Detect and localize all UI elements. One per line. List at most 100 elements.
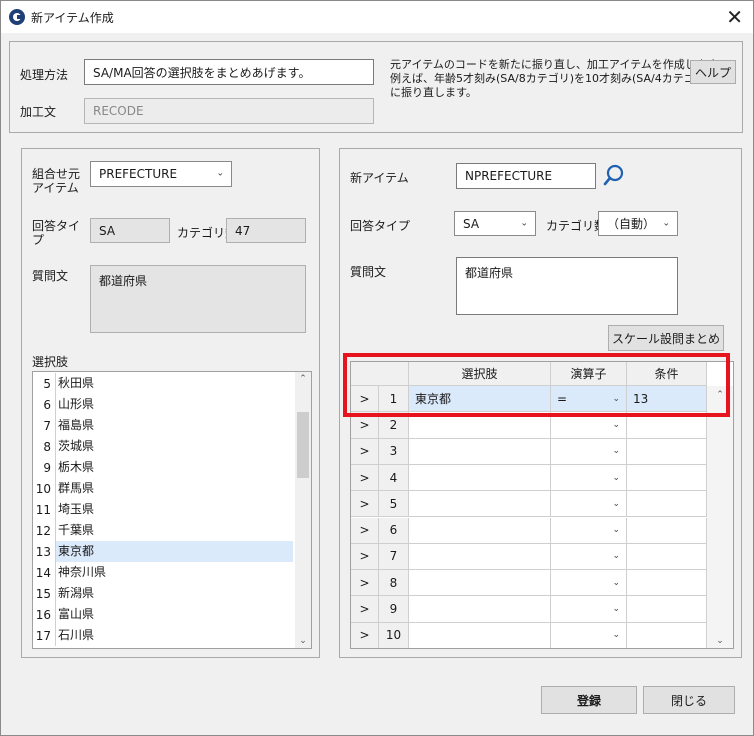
list-item[interactable]: 17 石川県: [33, 625, 293, 646]
chevron-down-icon: ⌄: [612, 419, 620, 430]
chevron-down-icon: ⌄: [662, 218, 670, 228]
new-item-label: 新アイテム: [350, 171, 409, 185]
combine-source-select[interactable]: PREFECTURE ⌄: [90, 161, 232, 187]
row-marker: >: [351, 596, 379, 623]
search-icon[interactable]: [602, 163, 626, 187]
choice-cell[interactable]: [409, 464, 551, 492]
choice-cell[interactable]: [409, 438, 551, 465]
choices-scrollbar[interactable]: ⌃ ⌄: [295, 372, 311, 648]
new-question-text-field[interactable]: 都道府県: [456, 257, 678, 315]
scroll-down-icon[interactable]: ⌄: [295, 636, 311, 646]
operator-cell[interactable]: ⌄: [551, 596, 627, 623]
row-marker: >: [351, 491, 379, 518]
chevron-down-icon: ⌄: [612, 472, 620, 483]
condition-cell[interactable]: [627, 596, 707, 623]
choice-cell[interactable]: [409, 596, 551, 623]
operator-cell[interactable]: ⌄: [551, 570, 627, 597]
choices-list[interactable]: 5 秋田県 6 山形県 7 福島県 8 茨城県 9 栃木県 10 群馬県 11 埼玉県 12 千葉県 13 東京都…: [32, 371, 312, 649]
new-question-text-label: 質問文: [350, 265, 387, 279]
row-number: 9: [379, 596, 409, 623]
operator-cell[interactable]: ⌄: [551, 543, 627, 571]
list-item-number: 16: [35, 607, 51, 622]
scale-question-merge-button[interactable]: スケール設問まとめ: [608, 325, 724, 351]
operator-cell[interactable]: ⌄: [551, 464, 627, 492]
list-item-number: 7: [43, 418, 51, 433]
row-marker: >: [351, 464, 379, 492]
list-item[interactable]: 12 千葉県: [33, 520, 293, 541]
row-number-text: 6: [389, 523, 398, 538]
register-button[interactable]: 登録: [541, 686, 637, 714]
list-item[interactable]: 14 神奈川県: [33, 562, 293, 583]
list-item-name: 群馬県: [55, 478, 293, 499]
list-item[interactable]: 5 秋田県: [33, 373, 293, 394]
list-item-name: 石川県: [55, 625, 293, 646]
choice-cell[interactable]: [409, 622, 551, 648]
row-marker: >: [351, 438, 379, 465]
chevron-down-icon: ⌄: [216, 168, 224, 179]
scroll-down-icon[interactable]: ⌄: [707, 636, 733, 646]
row-marker-text: >: [359, 575, 370, 590]
list-item[interactable]: 7 福島県: [33, 415, 293, 436]
list-item[interactable]: 16 富山県: [33, 604, 293, 625]
new-item-field[interactable]: NPREFECTURE: [456, 163, 596, 189]
close-window-button[interactable]: ✕: [726, 5, 743, 29]
list-item-name: 栃木県: [55, 457, 293, 478]
chevron-down-icon: ⌄: [612, 630, 620, 641]
row-marker: >: [351, 622, 379, 648]
row-marker-text: >: [359, 496, 370, 511]
list-item-number: 10: [35, 481, 51, 496]
operator-cell[interactable]: ⌄: [551, 622, 627, 648]
list-item[interactable]: 11 埼玉県: [33, 499, 293, 520]
operator-cell[interactable]: ⌄: [551, 438, 627, 465]
row-number-text: 5: [389, 496, 398, 511]
list-item[interactable]: 6 山形県: [33, 394, 293, 415]
row-number: 7: [379, 543, 409, 571]
choice-cell[interactable]: [409, 543, 551, 571]
list-item-name: 富山県: [55, 604, 293, 625]
grid-scrollbar[interactable]: ⌃ ⌄: [707, 386, 733, 648]
method-label: 処理方法: [20, 68, 69, 82]
condition-cell[interactable]: [627, 570, 707, 597]
condition-cell[interactable]: [627, 438, 707, 465]
answer-type-field: SA: [90, 218, 170, 243]
help-button[interactable]: ヘルプ: [690, 60, 736, 84]
condition-cell[interactable]: [627, 464, 707, 492]
choice-cell[interactable]: [409, 517, 551, 544]
chevron-down-icon: ⌄: [612, 551, 620, 562]
process-field[interactable]: RECODE: [84, 98, 374, 124]
new-category-count-select[interactable]: （自動） ⌄: [598, 211, 678, 236]
list-item[interactable]: 13 東京都: [33, 541, 293, 562]
condition-cell[interactable]: [627, 517, 707, 544]
row-number-text: 2: [389, 417, 398, 432]
row-marker-text: >: [359, 628, 370, 643]
method-description: 元アイテムのコードを新たに振り直し、加工アイテムを作成します。 例えば、年齢5才…: [390, 58, 728, 99]
process-label: 加工文: [20, 105, 57, 119]
list-item-name: 山形県: [55, 394, 293, 415]
choice-cell[interactable]: [409, 570, 551, 597]
condition-cell[interactable]: [627, 491, 707, 518]
row-marker-text: >: [359, 470, 370, 485]
operator-cell[interactable]: ⌄: [551, 491, 627, 518]
list-item[interactable]: 9 栃木県: [33, 457, 293, 478]
row-number: 4: [379, 464, 409, 492]
scroll-thumb[interactable]: [297, 412, 309, 478]
title-bar: 新アイテム作成 ✕: [1, 1, 753, 33]
scroll-up-icon[interactable]: ⌃: [295, 374, 311, 384]
new-category-count-label: カテゴリ数: [546, 219, 607, 233]
close-button[interactable]: 閉じる: [643, 686, 735, 714]
row-marker: >: [351, 543, 379, 571]
list-item-name: 千葉県: [55, 520, 293, 541]
list-item[interactable]: 15 新潟県: [33, 583, 293, 604]
condition-cell[interactable]: [627, 622, 707, 648]
choice-cell[interactable]: [409, 491, 551, 518]
method-field[interactable]: SA/MA回答の選択肢をまとめあげます。: [84, 59, 374, 85]
row-marker-text: >: [359, 417, 370, 432]
chevron-down-icon: ⌄: [520, 218, 528, 228]
list-item-number: 8: [43, 439, 51, 454]
list-item[interactable]: 8 茨城県: [33, 436, 293, 457]
list-item[interactable]: 10 群馬県: [33, 478, 293, 499]
operator-cell[interactable]: ⌄: [551, 517, 627, 544]
category-count-field: 47: [226, 218, 306, 243]
new-answer-type-select[interactable]: SA ⌄: [454, 211, 536, 236]
condition-cell[interactable]: [627, 543, 707, 571]
